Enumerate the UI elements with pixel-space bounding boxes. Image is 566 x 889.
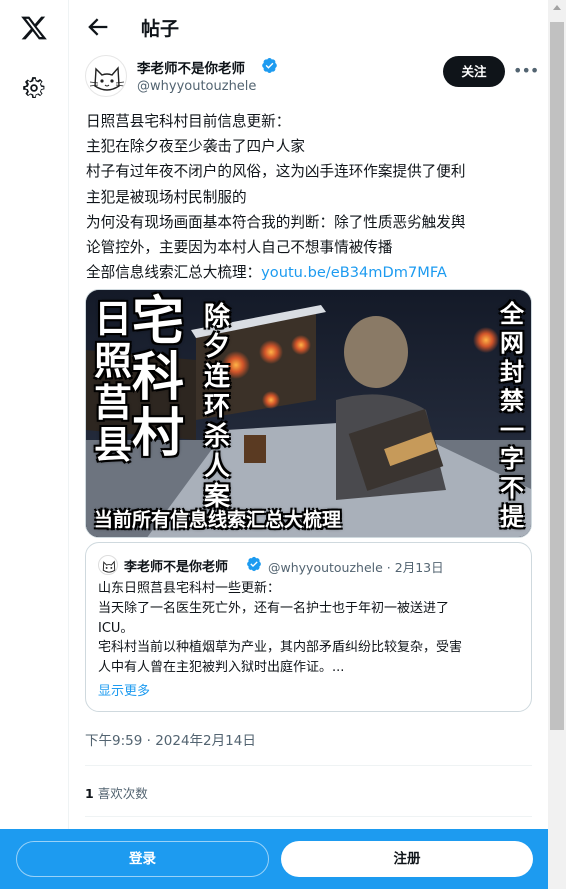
follow-button[interactable]: 关注 [443, 56, 505, 87]
quoted-text-line: 当天除了一名医生死亡外，还有一名护士也于年初一被送进了 [98, 600, 450, 616]
app-root: 帖子 李老师不是你老师 @whyyoutouzhele 关注 ••• 日照莒县宅… [0, 0, 566, 889]
page-title: 帖子 [141, 18, 180, 40]
post-text-line: 主犯在除夕夜至少袭击了四户人家 [86, 138, 305, 156]
scrollbar-thumb[interactable] [550, 22, 564, 730]
verified-badge-icon [247, 556, 261, 572]
author-name[interactable]: 李老师不是你老师 [137, 57, 245, 77]
quoted-text-line: 宅科村当前以种植烟草为产业，其内部矛盾纠纷比较复杂，受害 [98, 640, 463, 656]
post-text: 日照莒县宅科村目前信息更新： 主犯在除夕夜至少袭击了四户人家 村子有过年夜不闭户… [86, 109, 536, 285]
quoted-handle-date: @whyyoutouzhele · 2月13日 [268, 560, 444, 575]
page-header: 帖子 [70, 0, 548, 54]
author-handle[interactable]: @whyyoutouzhele [137, 79, 256, 94]
post-text-line: 村子有过年夜不闭户的风俗，这为凶手连环作案提供了便利 [86, 163, 466, 181]
post-text-line: 论管控外，主要因为本村人自己不想事情被传播 [86, 239, 393, 257]
post-link[interactable]: youtu.be/eB34mDm7MFA [261, 264, 447, 281]
post-text-prefix: 全部信息线索汇总大梳理： [86, 264, 262, 282]
quoted-text-line: 人中有人曾在主犯被判入狱时出庭作证。... [98, 660, 345, 676]
post-media[interactable]: 日照莒县 宅科村 除夕连环杀人案 全网封禁一字不提 当前所有信息线索汇总大梳理 [85, 289, 532, 538]
likes-count[interactable]: 1 喜欢次数 [85, 783, 148, 802]
quoted-text-line: 山东日照莒县宅科村一些更新： [98, 581, 281, 596]
media-caption-left-big: 宅科村 [132, 292, 185, 464]
media-caption-right: 全网封禁一字不提 [500, 300, 524, 531]
media-caption-left-small: 日照莒县 [94, 297, 133, 467]
verified-badge-icon [262, 57, 277, 74]
quoted-text: 山东日照莒县宅科村一些更新： 当天除了一名医生死亡外，还有一名护士也于年初一被送… [98, 579, 523, 678]
quoted-text-line: ICU。 [98, 620, 134, 636]
avatar[interactable] [85, 55, 127, 97]
login-button[interactable]: 登录 [16, 841, 269, 877]
quoted-avatar [98, 555, 118, 575]
gear-icon[interactable] [21, 75, 47, 101]
likes-number: 1 [85, 786, 94, 801]
media-caption-bottom: 当前所有信息线索汇总大梳理 [94, 509, 342, 531]
post-text-line: 日照莒县宅科村目前信息更新： [86, 113, 291, 130]
quoted-post[interactable]: 李老师不是你老师 @whyyoutouzhele · 2月13日 山东日照莒县宅… [85, 542, 532, 712]
signup-button[interactable]: 注册 [281, 841, 533, 877]
show-more-link[interactable]: 显示更多 [98, 680, 150, 699]
left-rail [0, 0, 69, 889]
divider [85, 765, 532, 766]
media-caption-mid: 除夕连环杀人案 [204, 302, 231, 512]
scroll-up-arrow[interactable] [553, 5, 561, 10]
post-text-line-link: 全部信息线索汇总大梳理：youtu.be/eB34mDm7MFA [86, 260, 536, 285]
likes-label: 喜欢次数 [97, 786, 148, 801]
post-timestamp[interactable]: 下午9:59 · 2024年2月14日 [85, 729, 256, 749]
arrow-left-icon[interactable] [84, 13, 112, 41]
post-text-line: 主犯是被现场村民制服的 [86, 188, 247, 206]
more-icon[interactable]: ••• [513, 61, 539, 81]
x-logo-icon[interactable] [19, 14, 49, 42]
quoted-author-name: 李老师不是你老师 [124, 560, 229, 575]
cat-sketch-icon [89, 66, 125, 91]
cat-sketch-icon [102, 560, 116, 573]
auth-bottom-bar: 登录 注册 [0, 829, 548, 889]
post-text-line: 为何没有现场画面基本符合我的判断：除了性质恶劣触发舆 [86, 213, 466, 231]
divider [85, 816, 532, 817]
